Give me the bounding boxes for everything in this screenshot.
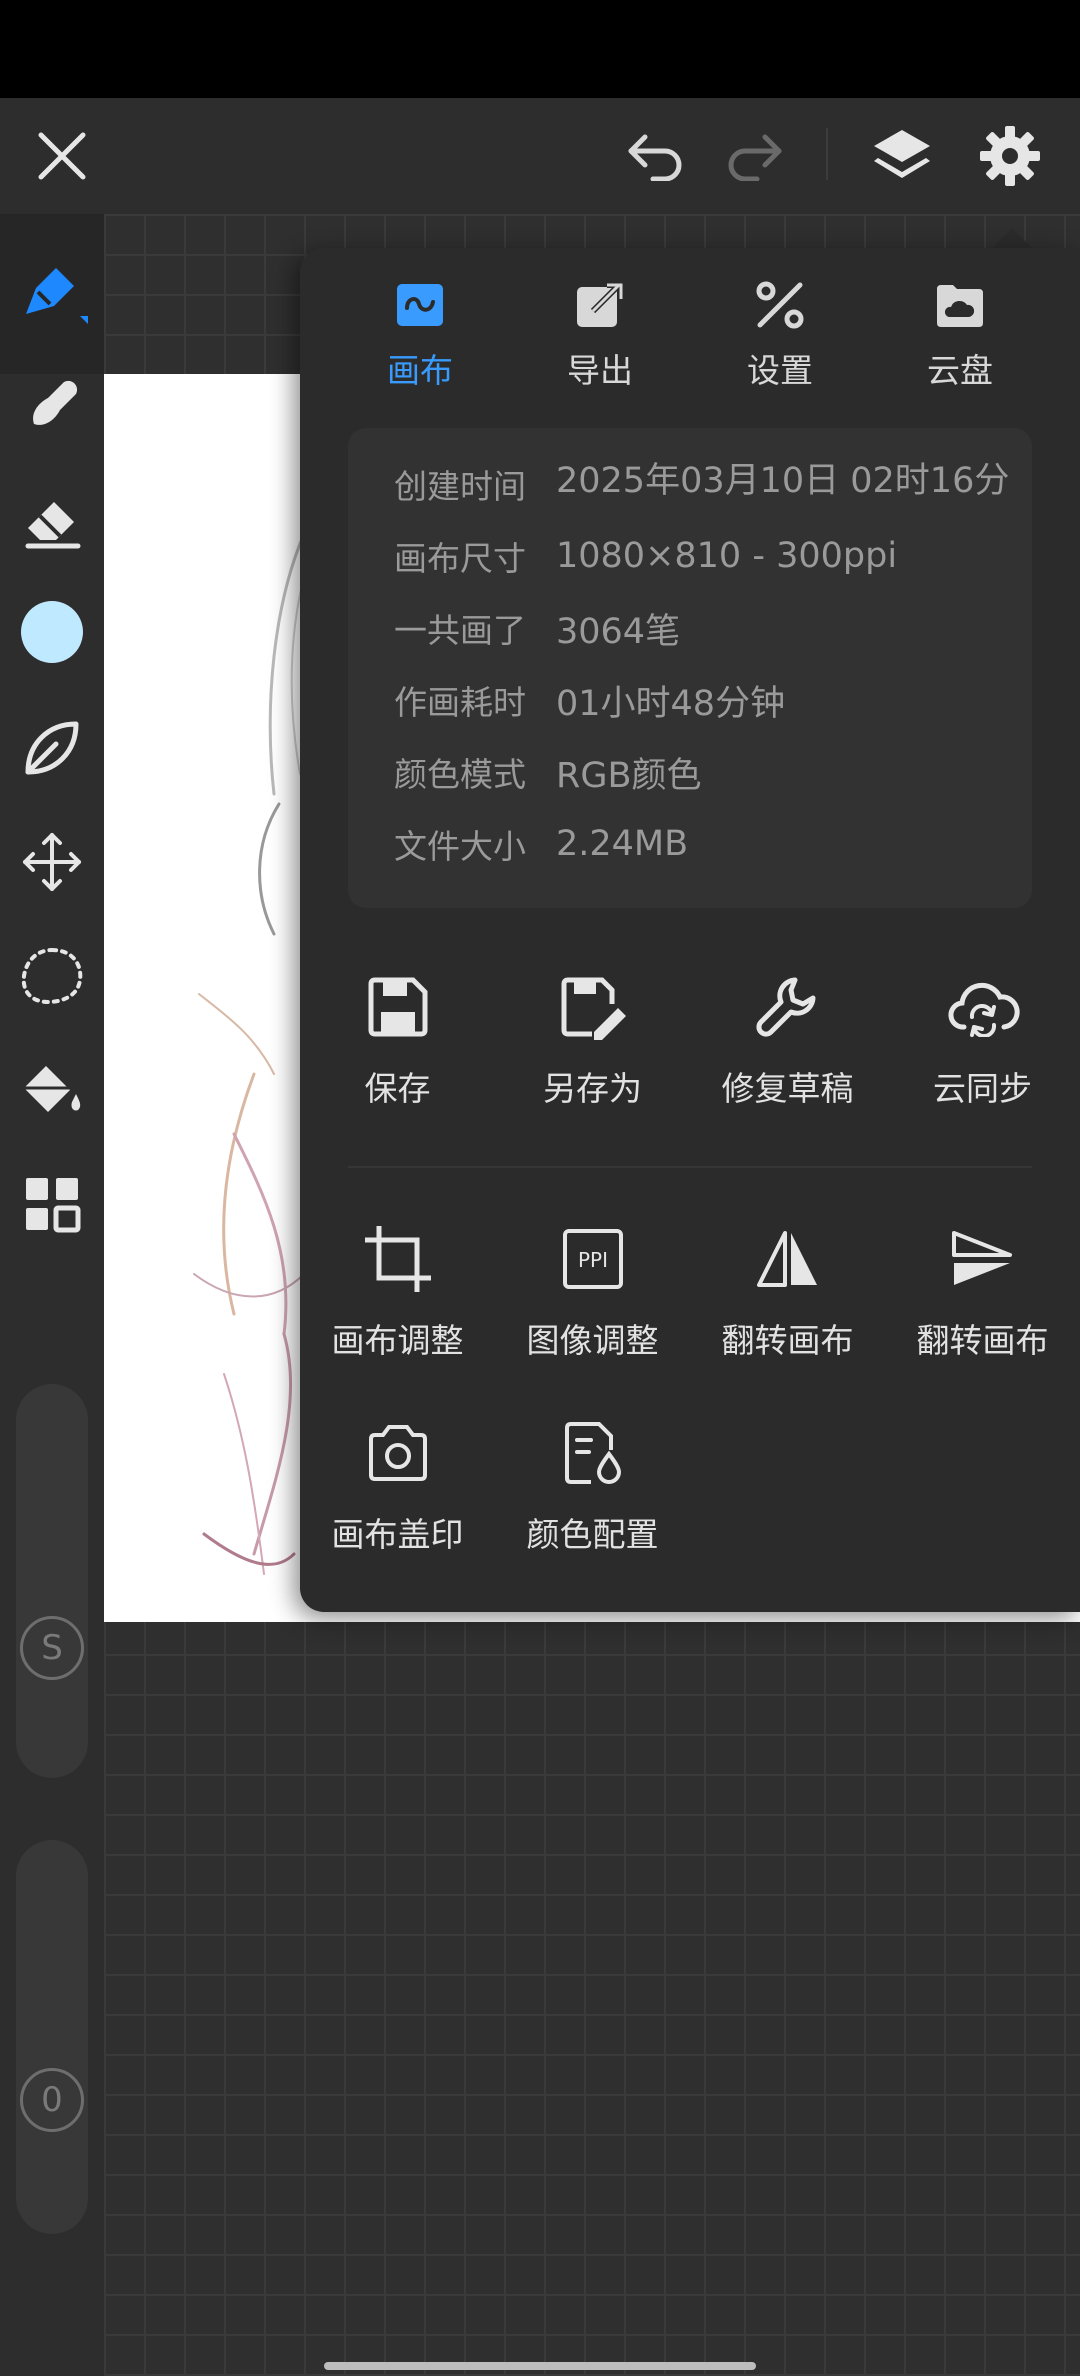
tab-label: 导出: [567, 351, 633, 390]
canvas-menu-panel: 画布 导出 设置 云盘 创建时间 2025年03月10日 02时16分 画布尺寸…: [300, 248, 1080, 1612]
toolbar-divider: [826, 128, 828, 180]
color-config-button[interactable]: 颜色配置: [495, 1408, 690, 1556]
ppi-icon: PPI: [562, 1229, 623, 1289]
paint-bucket-icon: [22, 1066, 81, 1112]
opacity-knob[interactable]: 0: [20, 2068, 84, 2132]
undo-icon: [628, 134, 682, 181]
eraser-icon: [25, 502, 81, 549]
flip-vertical-button[interactable]: 翻转画布: [885, 1214, 1080, 1362]
undo-button[interactable]: [606, 98, 706, 214]
crop-icon: [364, 1226, 431, 1292]
info-row: 创建时间 2025年03月10日 02时16分: [394, 461, 1010, 506]
tab-cloud[interactable]: 云盘: [870, 270, 1050, 400]
opacity-label: 0: [41, 2080, 63, 2120]
opacity-slider[interactable]: 0: [16, 1840, 88, 2234]
fill-tool[interactable]: [0, 1040, 104, 1140]
grid-icon: [26, 1178, 81, 1233]
top-toolbar: [0, 98, 1080, 214]
leaf-icon: [25, 721, 79, 775]
flip-horizontal-icon: [756, 1231, 817, 1287]
panel-separator: [348, 1166, 1032, 1168]
move-tool[interactable]: [0, 812, 104, 912]
tab-export[interactable]: 导出: [510, 270, 690, 400]
home-indicator[interactable]: [324, 2362, 756, 2370]
save-icon: [368, 977, 427, 1037]
canvas-info-card: 创建时间 2025年03月10日 02时16分 画布尺寸 1080×810 - …: [348, 428, 1032, 908]
pen-icon: [26, 268, 88, 324]
canvas-tab-icon: [397, 284, 443, 326]
cloud-sync-icon: [948, 982, 1020, 1037]
smudge-tool[interactable]: [0, 354, 104, 454]
size-label: S: [41, 1628, 63, 1668]
camera-icon: [368, 1425, 427, 1481]
redo-icon: [728, 134, 782, 181]
tab-label: 画布: [387, 351, 453, 390]
gear-icon: [980, 126, 1040, 186]
settings-button[interactable]: [960, 98, 1060, 214]
tab-canvas[interactable]: 画布: [330, 270, 510, 400]
wrench-icon: [755, 977, 815, 1037]
canvas-adjust-button[interactable]: 画布调整: [300, 1214, 495, 1362]
close-button[interactable]: [12, 98, 112, 214]
adjust-actions-row: 画布调整 PPI 图像调整 翻转画布 翻转画布: [300, 1214, 1080, 1362]
more-tools-button[interactable]: [0, 1154, 104, 1254]
info-row: 颜色模式 RGB颜色: [394, 755, 702, 796]
tools-icon: [756, 281, 804, 329]
lasso-icon: [21, 947, 83, 1005]
left-toolbar: S 0: [0, 214, 104, 2376]
flip-vertical-icon: [951, 1231, 1012, 1285]
color-tool[interactable]: [0, 582, 104, 682]
info-row: 文件大小 2.24MB: [394, 824, 689, 866]
brush-tool[interactable]: [0, 214, 104, 374]
save-as-icon: [561, 977, 626, 1040]
brush-size-knob[interactable]: S: [20, 1616, 84, 1680]
color-profile-icon: [564, 1422, 621, 1484]
tab-label: 设置: [747, 351, 813, 390]
move-icon: [23, 833, 81, 891]
tab-label: 云盘: [927, 351, 993, 390]
canvas-stamp-button[interactable]: 画布盖印: [300, 1408, 495, 1556]
flip-horizontal-button[interactable]: 翻转画布: [690, 1214, 885, 1362]
smudge-icon: [33, 380, 78, 425]
layers-icon: [874, 130, 930, 178]
ppi-badge-text: PPI: [577, 1248, 607, 1272]
close-icon: [38, 132, 86, 180]
cloud-drive-icon: [937, 285, 983, 327]
info-row: 作画耗时 01小时48分钟: [394, 683, 786, 724]
brush-size-slider[interactable]: S: [16, 1384, 88, 1778]
color-swatch: [21, 601, 83, 663]
save-as-button[interactable]: 另存为: [495, 962, 690, 1110]
file-actions-row: 保存 另存为 修复草稿 云同步: [300, 962, 1080, 1110]
eraser-tool[interactable]: [0, 470, 104, 570]
info-row: 画布尺寸 1080×810 - 300ppi: [394, 536, 898, 578]
layers-button[interactable]: [852, 98, 952, 214]
export-icon: [577, 282, 624, 327]
lasso-tool[interactable]: [0, 926, 104, 1026]
save-button[interactable]: 保存: [300, 962, 495, 1110]
panel-tabs: 画布 导出 设置 云盘: [300, 270, 1080, 400]
image-adjust-button[interactable]: PPI 图像调整: [495, 1214, 690, 1362]
info-row: 一共画了 3064笔: [394, 611, 681, 652]
status-bar: [0, 0, 1080, 98]
tab-settings[interactable]: 设置: [690, 270, 870, 400]
cloud-sync-button[interactable]: 云同步: [885, 962, 1080, 1110]
repair-draft-button[interactable]: 修复草稿: [690, 962, 885, 1110]
leaf-tool[interactable]: [0, 698, 104, 798]
misc-actions-row: 画布盖印 颜色配置: [300, 1408, 1080, 1556]
redo-button[interactable]: [704, 98, 804, 214]
panel-pointer: [990, 228, 1034, 250]
